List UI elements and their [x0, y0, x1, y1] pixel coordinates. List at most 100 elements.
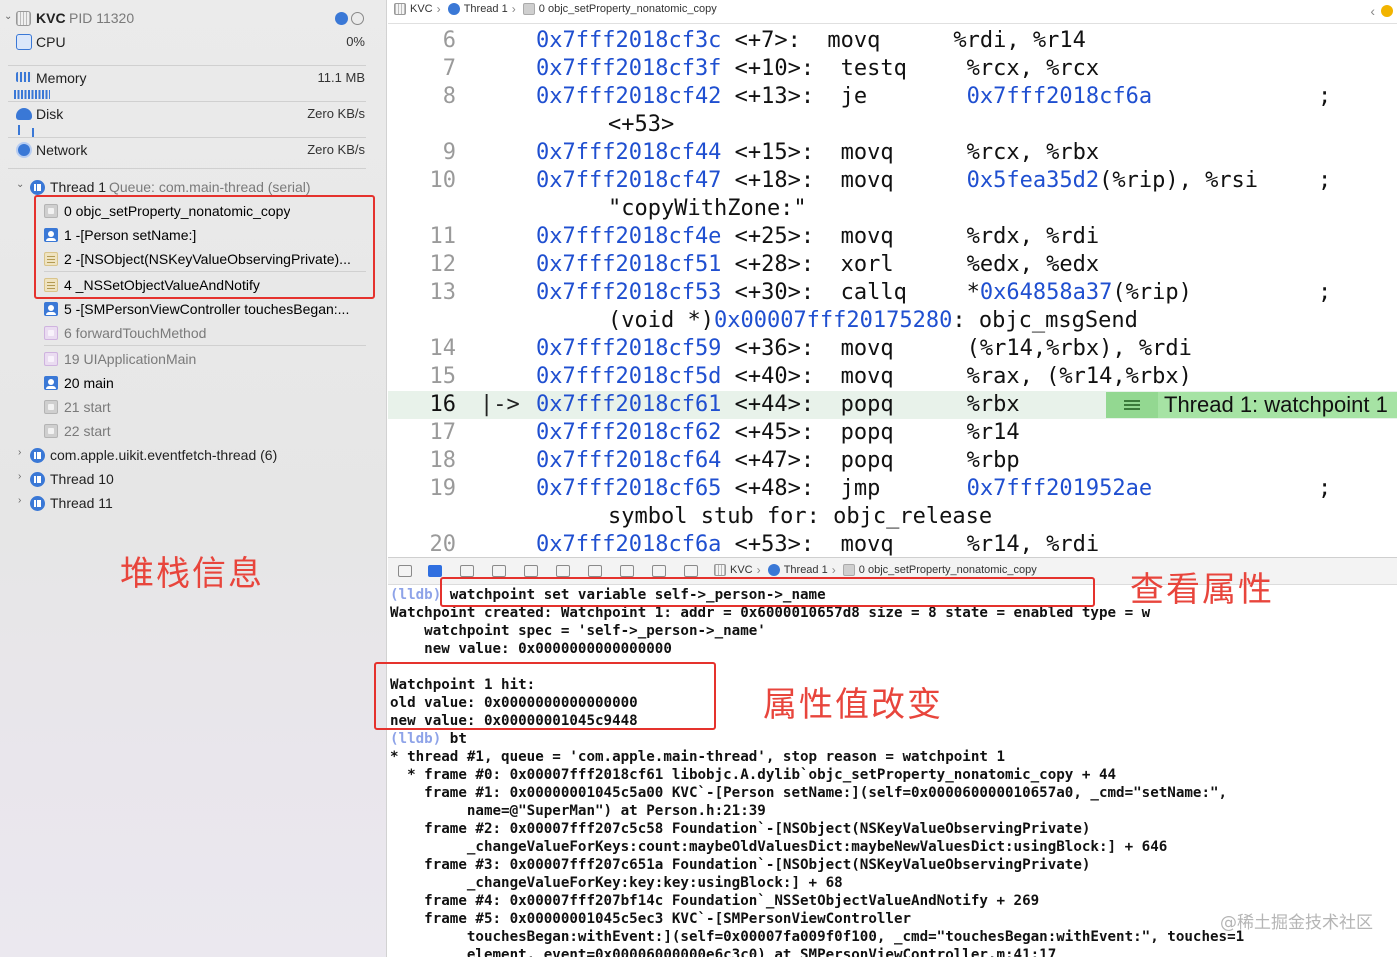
process-row[interactable]: ⌄ KVC PID 11320 [0, 8, 386, 30]
opcode: testq [840, 56, 907, 81]
breadcrumb-frame[interactable]: 0 objc_setProperty_nonatomic_copy [859, 564, 1037, 576]
line-number: 18 [429, 448, 457, 473]
chevron-down-icon[interactable]: ⌄ [4, 11, 14, 22]
memory-sparkline [14, 90, 50, 99]
chevron-right-icon[interactable]: › [18, 447, 28, 458]
watchpoint-badge[interactable]: Thread 1: watchpoint 1 [1106, 392, 1397, 418]
breadcrumb-thread[interactable]: Thread 1 [784, 564, 828, 576]
code-line[interactable]: 18 0x7fff2018cf64 <+47>: popq %rbp [388, 447, 1397, 475]
operands: %rdi, %r14 [953, 28, 1086, 53]
frame-label: 20 main [64, 375, 114, 391]
lldb-console[interactable]: (lldb) watchpoint set variable self->_pe… [388, 586, 1397, 957]
breakpoints-toggle-icon[interactable] [428, 565, 442, 577]
stack-frame[interactable]: 5 -[SMPersonViewController touchesBegan:… [0, 298, 386, 320]
gauge-disk[interactable]: Disk Zero KB/s [0, 104, 386, 126]
instruction: 0x7fff2018cf5d <+40>: movq %rax, (%r14,%r… [536, 363, 1192, 391]
thread-queue: Queue: com.main-thread (serial) [109, 179, 311, 195]
threads-toggle-icon[interactable] [351, 12, 364, 25]
code-line[interactable]: 15 0x7fff2018cf5d <+40>: movq %rax, (%r14,… [388, 363, 1397, 391]
instruction-address: 0x7fff2018cf53 [536, 280, 722, 305]
chevron-right-icon[interactable]: › [18, 471, 28, 482]
code-line[interactable]: <+53> [388, 111, 1397, 139]
gauge-network[interactable]: Network Zero KB/s [0, 140, 386, 162]
console-output-line: touchesBegan:withEvent:](self=0x00007fa0… [390, 928, 1244, 946]
string-literal: "copyWithZone:" [608, 196, 807, 221]
breadcrumb-thread[interactable]: Thread 1 [464, 3, 508, 15]
stack-frame[interactable]: 22 start [0, 420, 386, 442]
breadcrumb-frame[interactable]: 0 objc_setProperty_nonatomic_copy [539, 3, 717, 15]
console-text: frame #4: 0x00007fff207bf14c Foundation`… [390, 893, 1040, 909]
step-into-icon[interactable] [524, 565, 538, 577]
line-number: 17 [429, 420, 457, 445]
code-line[interactable]: 14 0x7fff2018cf59 <+36>: movq (%r14,%rbx),… [388, 335, 1397, 363]
memory-graph-icon[interactable] [620, 565, 634, 577]
breadcrumb-app[interactable]: KVC [730, 564, 753, 576]
thread-row[interactable]: › Thread 10 [0, 468, 386, 490]
console-text: _changeValueForKeys:count:maybeOldValues… [390, 839, 1168, 855]
code-line[interactable]: symbol stub for: objc_release [388, 503, 1397, 531]
simulate-location-icon[interactable] [684, 565, 698, 577]
divider [8, 137, 366, 138]
info-icon[interactable] [335, 12, 348, 25]
chevron-left-icon[interactable]: ‹ [1370, 3, 1375, 19]
code-line[interactable]: 17 0x7fff2018cf62 <+45>: popq %r14 [388, 419, 1397, 447]
environment-overrides-icon[interactable] [652, 565, 666, 577]
instruction-address: 0x7fff2018cf44 [536, 140, 722, 165]
warning-icon[interactable] [1381, 5, 1393, 17]
code-line[interactable]: 19 0x7fff2018cf65 <+48>: jmp 0x7fff201952a… [388, 475, 1397, 503]
stack-frame[interactable]: 6 forwardTouchMethod [0, 322, 386, 344]
code-line[interactable]: 20 0x7fff2018cf6a <+53>: movq %r14, %rdi [388, 531, 1397, 556]
code-line[interactable]: 11 0x7fff2018cf4e <+25>: movq %rdx, %rdi [388, 223, 1397, 251]
view-hierarchy-icon[interactable] [588, 565, 602, 577]
process-name: KVC [36, 10, 66, 26]
opcode: callq [840, 280, 907, 305]
instruction-address: 0x7fff2018cf6a [536, 532, 722, 556]
code-line[interactable]: 6 0x7fff2018cf3c <+7>: movq %rdi, %r14 [388, 27, 1397, 55]
thread-icon [30, 180, 45, 195]
chevron-down-icon[interactable]: ⌄ [16, 179, 26, 190]
lldb-prompt: (lldb) [390, 587, 442, 603]
user-frame-icon [44, 302, 58, 316]
breadcrumb-app[interactable]: KVC [410, 3, 433, 15]
chevron-right-icon: › [831, 563, 836, 577]
instruction: 0x7fff2018cf65 <+48>: jmp 0x7fff201952ae [536, 475, 1152, 503]
stack-frame[interactable]: 20 main [0, 372, 386, 394]
gauge-value: Zero KB/s [307, 142, 365, 157]
instruction: 0x7fff2018cf51 <+28>: xorl %edx, %edx [536, 251, 1099, 279]
current-instruction-line[interactable]: 16 0x7fff2018cf61 <+44>: popq %rbx |-> Threa… [388, 391, 1397, 419]
continuation-text: symbol stub for: objc_release [608, 504, 993, 529]
code-line[interactable]: 8 0x7fff2018cf42 <+13>: je 0x7fff2018cf6a; [388, 83, 1397, 111]
instruction-offset: <+28>: [721, 252, 815, 277]
gauge-cpu[interactable]: CPU 0% [0, 32, 386, 54]
continue-icon[interactable] [460, 565, 474, 577]
code-line[interactable]: 9 0x7fff2018cf44 <+15>: movq %rcx, %rbx [388, 139, 1397, 167]
console-output-line: frame #4: 0x00007fff207bf14c Foundation`… [390, 892, 1039, 910]
stack-frame[interactable]: 21 start [0, 396, 386, 418]
disassembly-editor[interactable]: 6 0x7fff2018cf3c <+7>: movq %rdi, %r14 7 0x7… [388, 23, 1397, 556]
code-line[interactable]: 12 0x7fff2018cf51 <+28>: xorl %edx, %edx [388, 251, 1397, 279]
step-over-icon[interactable] [492, 565, 506, 577]
code-line[interactable]: 7 0x7fff2018cf3f <+10>: testq %rcx, %rcx [388, 55, 1397, 83]
instruction-offset: <+47>: [721, 448, 815, 473]
thread-row[interactable]: › Thread 11 [0, 492, 386, 514]
branch-target: 0x7fff2018cf6a [966, 84, 1153, 109]
code-line[interactable]: 13 0x7fff2018cf53 <+30>: callq *0x64858a37… [388, 279, 1397, 307]
gauge-memory[interactable]: Memory 11.1 MB [0, 68, 386, 90]
line-number: 16 [429, 392, 457, 417]
continuation-text: <+53> [608, 112, 675, 137]
console-text: frame #2: 0x00007fff207c5c58 Foundation`… [390, 821, 1091, 837]
hide-console-icon[interactable] [398, 565, 412, 577]
code-line[interactable]: "copyWithZone:" [388, 195, 1397, 223]
thread-row[interactable]: › com.apple.uikit.eventfetch-thread (6) [0, 444, 386, 466]
annotation-view-property: 查看属性 [1130, 570, 1274, 610]
thread-name: Thread 11 [50, 495, 113, 511]
instruction-address: 0x7fff2018cf51 [536, 252, 722, 277]
instruction-offset: <+53>: [721, 532, 815, 556]
code-line[interactable]: 10 0x7fff2018cf47 <+18>: movq 0x5fea35d2(%… [388, 167, 1397, 195]
stack-frame[interactable]: 19 UIApplicationMain [0, 348, 386, 370]
gauge-label: Network [36, 142, 88, 158]
opcode: jmp [840, 476, 881, 501]
step-out-icon[interactable] [556, 565, 570, 577]
chevron-right-icon[interactable]: › [18, 495, 28, 506]
code-line[interactable]: (void *)0x00007fff20175280: objc_msgSend [388, 307, 1397, 335]
